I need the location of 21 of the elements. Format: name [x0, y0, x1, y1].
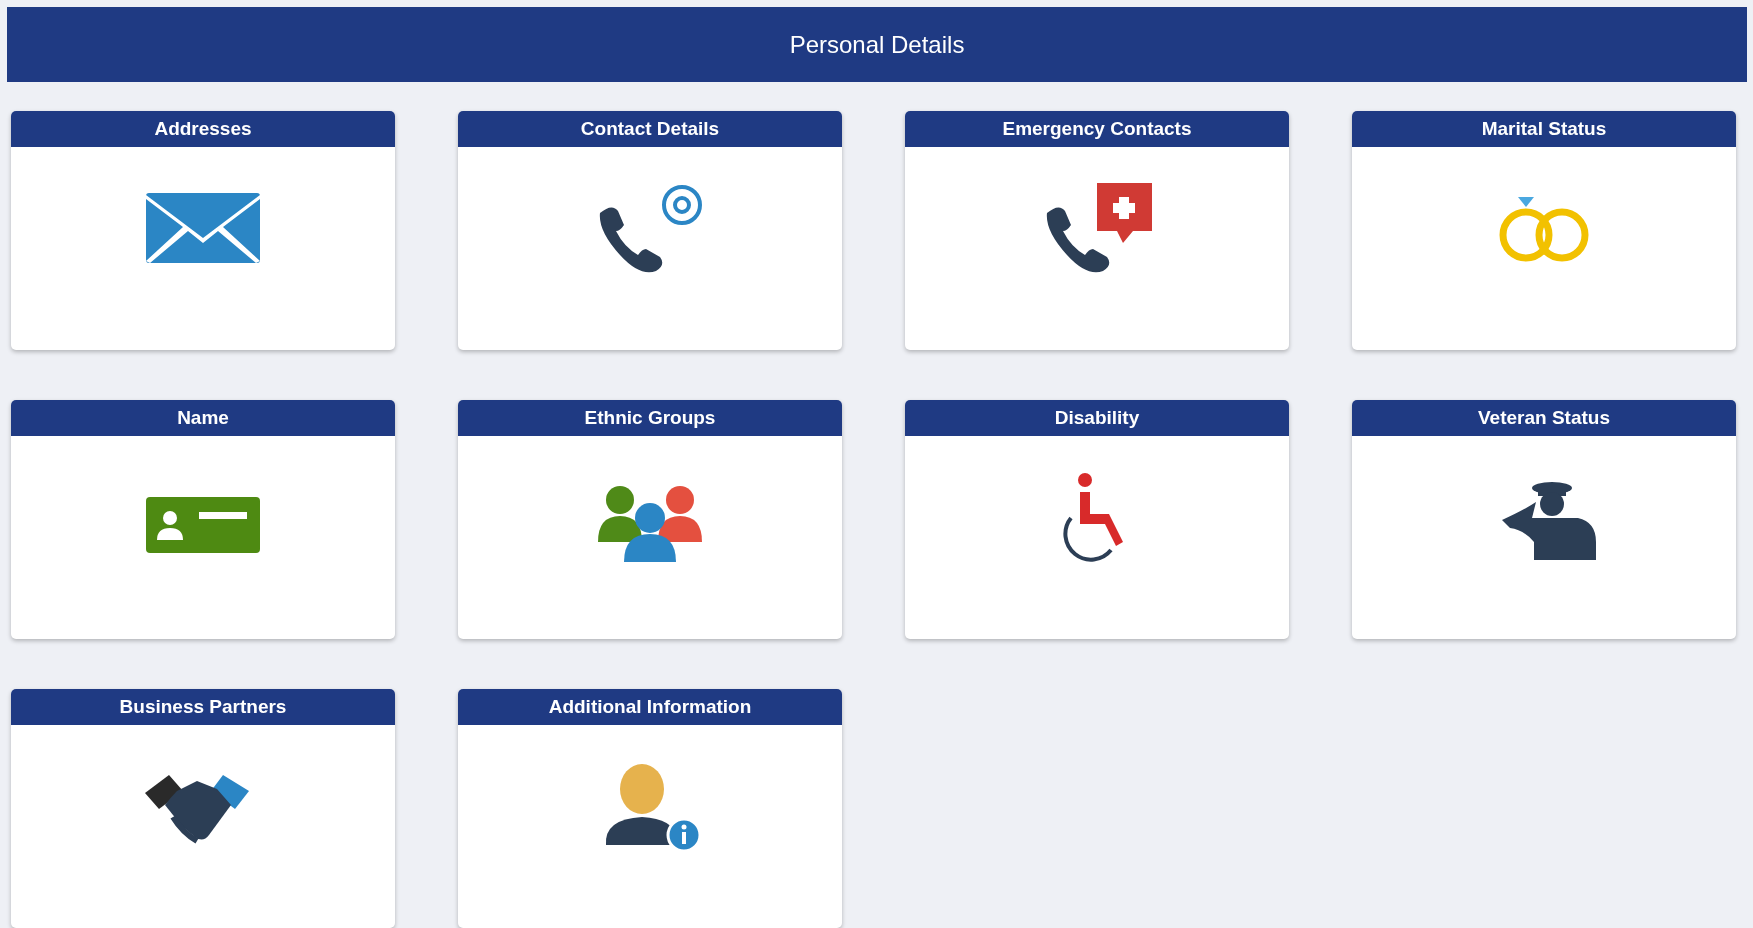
tile-card[interactable]: Contact Details [458, 111, 842, 350]
tile-card[interactable]: Emergency Contacts [905, 111, 1289, 350]
tile-title: Emergency Contacts [905, 111, 1289, 147]
tile-card[interactable]: Name [11, 400, 395, 639]
tile-title: Business Partners [11, 689, 395, 725]
tile-card[interactable]: Addresses [11, 111, 395, 350]
tile-title: Additional Information [458, 689, 842, 725]
tile-card[interactable]: Marital Status [1352, 111, 1736, 350]
tile-title: Addresses [11, 111, 395, 147]
tile-title: Marital Status [1352, 111, 1736, 147]
page-header: Personal Details [7, 7, 1747, 82]
tile-title: Disability [905, 400, 1289, 436]
tile-card[interactable]: Additional Information [458, 689, 842, 928]
tile-title: Name [11, 400, 395, 436]
tile-card[interactable]: Business Partners [11, 689, 395, 928]
tile-title: Veteran Status [1352, 400, 1736, 436]
tile-card[interactable]: Ethnic Groups [458, 400, 842, 639]
tile-card[interactable]: Disability [905, 400, 1289, 639]
tile-title: Contact Details [458, 111, 842, 147]
tile-title: Ethnic Groups [458, 400, 842, 436]
tile-card[interactable]: Veteran Status [1352, 400, 1736, 639]
